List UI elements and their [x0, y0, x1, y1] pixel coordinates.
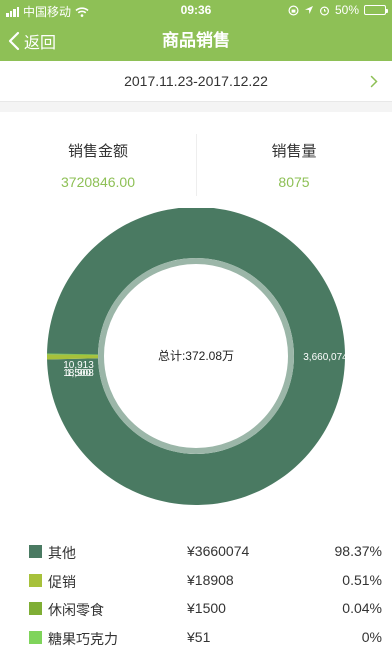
legend-item[interactable]: 促销 ¥18908 0.51%: [0, 568, 392, 597]
sales-qty-label: 销售量: [271, 143, 317, 160]
chevron-right-icon: [370, 75, 378, 88]
legend-percent: 98.37%: [334, 543, 382, 559]
page-title: 商品销售: [162, 31, 230, 50]
sales-donut-chart: 总计:372.08万 3,660,07410,91318,9081,500: [47, 208, 348, 505]
rotation-lock-icon: [288, 4, 299, 16]
battery-percent: 50%: [334, 3, 359, 17]
legend-amount: ¥3660074: [187, 543, 250, 559]
content-panel: 销售金额 3720846.00 销售量 8075 总计:372.08万 3,660…: [0, 112, 392, 646]
legend-swatch: [29, 602, 42, 615]
legend-amount: ¥51: [187, 628, 211, 645]
sales-amount-value: 3720846.00: [61, 174, 135, 190]
donut-center-label: 总计:372.08万: [158, 349, 234, 363]
data-label-other: 3,660,074: [303, 352, 348, 363]
legend-percent: 0.04%: [342, 600, 382, 616]
status-bar: 中国移动 09:36 50%: [0, 0, 392, 20]
legend-swatch: [29, 573, 42, 587]
sales-qty-block: 销售量 8075: [196, 112, 392, 208]
legend-item[interactable]: 其他 ¥3660074 98.37%: [0, 539, 392, 568]
legend-item[interactable]: 糖果巧克力 ¥51 0%: [0, 625, 392, 646]
sales-qty-value: 8075: [278, 174, 310, 190]
legend-swatch: [29, 630, 42, 644]
sales-amount-block: 销售金额 3720846.00: [0, 112, 196, 208]
alarm-icon: [319, 5, 329, 16]
legend-name: 促销: [48, 573, 76, 590]
nav-bar: 返回 商品销售: [0, 20, 392, 61]
date-range-selector[interactable]: 2017.11.23-2017.12.22: [0, 61, 392, 102]
legend-swatch: [29, 545, 42, 558]
sales-summary: 销售金额 3720846.00 销售量 8075: [0, 112, 392, 208]
app-header: 中国移动 09:36 50% 返回 商品销售: [0, 0, 392, 61]
legend-item[interactable]: 休闲零食 ¥1500 0.04%: [0, 596, 392, 625]
date-range-label: 2017.11.23-2017.12.22: [124, 73, 268, 89]
data-label-small-3: 1,500: [66, 368, 91, 379]
legend-name: 糖果巧克力: [48, 630, 118, 646]
status-right: 50%: [288, 3, 388, 17]
sales-amount-label: 销售金额: [67, 143, 128, 160]
battery-icon: [364, 5, 388, 15]
legend-percent: 0.51%: [342, 571, 382, 588]
legend-name: 其他: [48, 545, 76, 561]
legend-name: 休闲零食: [48, 602, 104, 618]
chart-legend: 其他 ¥3660074 98.37% 促销 ¥18908 0.51% 休闲零食 ¥1500 0.…: [0, 539, 392, 646]
legend-percent: 0%: [361, 628, 382, 645]
legend-amount: ¥18908: [187, 571, 234, 588]
legend-amount: ¥1500: [187, 600, 226, 616]
location-icon: [304, 6, 313, 14]
